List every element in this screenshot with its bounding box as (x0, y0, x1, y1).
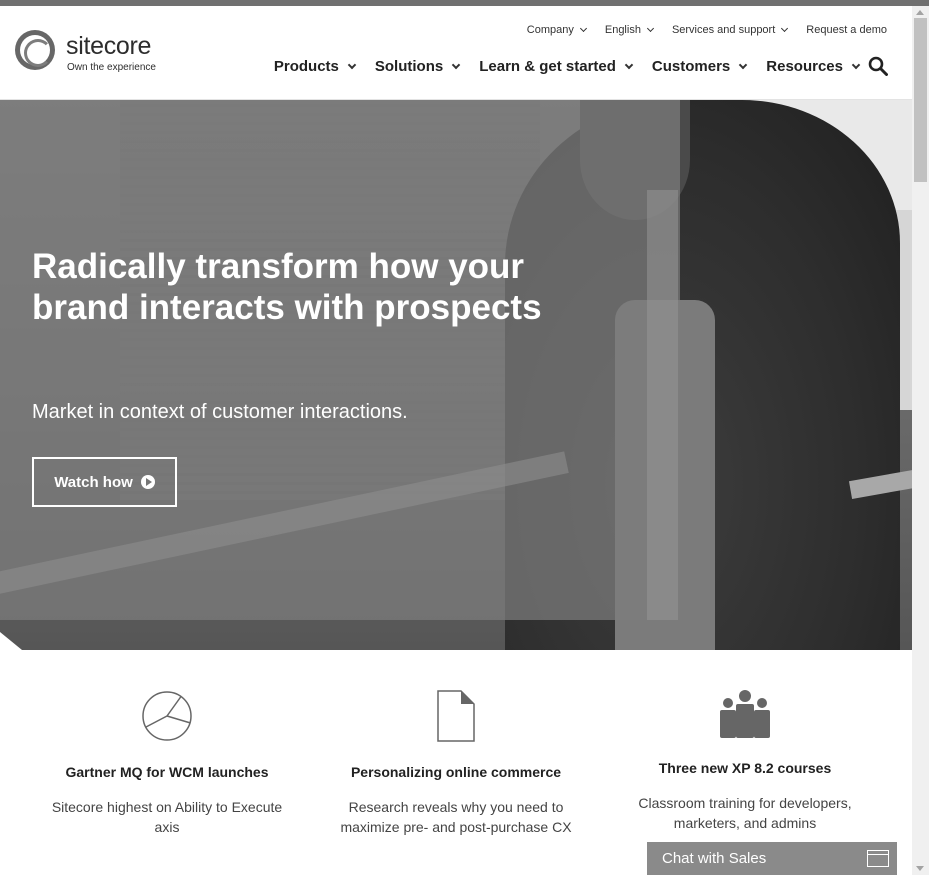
pie-chart-icon (142, 691, 192, 741)
search-icon[interactable] (868, 56, 888, 76)
feature-title: Personalizing online commerce (350, 764, 562, 780)
hero-overlay-strip (647, 190, 678, 620)
chevron-down-icon (579, 24, 587, 33)
chevron-down-icon (781, 24, 789, 33)
logo-tagline: Own the experience (67, 62, 156, 73)
nav-item-label: Learn & get started (479, 58, 616, 75)
nav-item-label: Resources (766, 58, 843, 75)
feature-title: Three new XP 8.2 courses (658, 760, 832, 776)
nav-item-customers[interactable]: Customers (651, 58, 748, 75)
hero-corner-notch (0, 632, 22, 650)
chevron-down-icon (646, 24, 654, 33)
hero-banner: Radically transform how your brand inter… (0, 100, 912, 650)
utility-item-services[interactable]: Services and support (671, 24, 789, 36)
site-header: sitecore Own the experience Company Engl… (0, 6, 912, 100)
sitecore-logo-icon (15, 30, 55, 70)
sitecore-logo[interactable]: sitecore Own the experience (15, 30, 175, 74)
people-icon (720, 690, 770, 738)
feature-title: Gartner MQ for WCM launches (65, 764, 269, 780)
feature-description: Research reveals why you need to maximiz… (340, 799, 572, 835)
scroll-down-arrow-icon[interactable] (916, 866, 924, 871)
feature-card-commerce[interactable]: Personalizing online commerce Research r… (336, 650, 576, 837)
utility-item-label: Company (526, 24, 574, 36)
scroll-up-arrow-icon[interactable] (916, 10, 924, 15)
feature-description: Sitecore highest on Ability to Execute a… (51, 799, 283, 835)
nav-item-label: Products (273, 58, 339, 75)
hero-title: Radically transform how your brand inter… (32, 247, 542, 327)
utility-item-label: Services and support (671, 24, 776, 36)
chevron-down-icon (347, 60, 357, 70)
utility-item-company[interactable]: Company (526, 24, 587, 36)
hero-subtitle: Market in context of customer interactio… (32, 401, 408, 423)
scroll-thumb[interactable] (914, 18, 927, 182)
watch-how-button[interactable]: Watch how (32, 457, 177, 507)
nav-item-resources[interactable]: Resources (766, 58, 861, 75)
chat-with-sales-button[interactable]: Chat with Sales (647, 842, 897, 875)
chat-label: Chat with Sales (662, 850, 767, 867)
nav-item-label: Solutions (374, 58, 444, 75)
utility-item-label: English (604, 24, 641, 36)
hero-text-overlay (0, 100, 680, 620)
feature-description: Classroom training for developers, marke… (638, 795, 852, 831)
document-icon (437, 690, 475, 742)
nav-item-products[interactable]: Products (273, 58, 357, 75)
feature-card-courses[interactable]: Three new XP 8.2 courses Classroom train… (625, 650, 865, 833)
chevron-down-icon (624, 60, 634, 70)
play-icon (140, 475, 155, 489)
utility-nav: Company English Services and support Req… (527, 24, 887, 36)
logo-wordmark: sitecore (66, 32, 152, 60)
nav-item-learn[interactable]: Learn & get started (479, 58, 634, 75)
watch-how-label: Watch how (54, 473, 133, 491)
utility-item-request-demo[interactable]: Request a demo (806, 24, 887, 36)
chevron-down-icon (739, 60, 748, 70)
feature-card-gartner[interactable]: Gartner MQ for WCM launches Sitecore hig… (47, 650, 287, 837)
utility-item-label: Request a demo (806, 24, 887, 36)
nav-item-label: Customers (651, 58, 731, 75)
utility-item-language[interactable]: English (604, 24, 654, 36)
chevron-down-icon (851, 60, 861, 70)
page-scrollbar[interactable] (912, 6, 929, 875)
chat-window-icon (867, 850, 889, 867)
main-nav: Products Solutions Learn & get started C… (273, 58, 861, 75)
nav-item-solutions[interactable]: Solutions (374, 58, 461, 75)
chevron-down-icon (451, 60, 461, 70)
